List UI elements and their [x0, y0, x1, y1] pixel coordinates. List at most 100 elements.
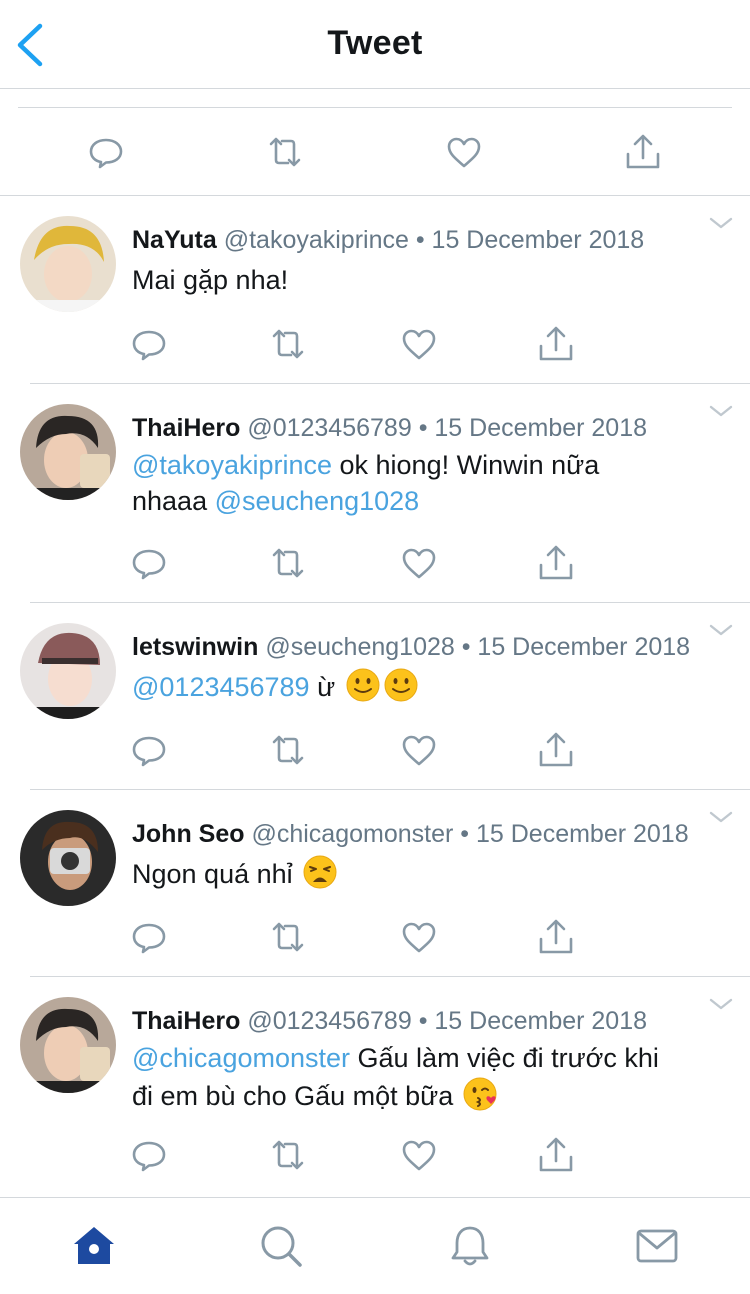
messages-icon [636, 1229, 678, 1263]
share-icon [539, 732, 573, 767]
chevron-down-icon[interactable] [708, 404, 734, 418]
share-button[interactable] [536, 730, 576, 770]
chevron-down-icon[interactable] [708, 997, 734, 1011]
like-button[interactable] [399, 543, 439, 583]
retweet-icon [272, 735, 304, 765]
author-handle[interactable]: @0123456789 [247, 1007, 411, 1035]
like-icon [402, 329, 436, 360]
reply-tweet[interactable]: John Seo @chicagomonster • 15 December 2… [0, 790, 750, 977]
avatar[interactable] [20, 810, 116, 906]
mention-link[interactable]: @takoyakiprince [132, 450, 332, 480]
chevron-down-icon[interactable] [708, 623, 734, 637]
chevron-down-icon[interactable] [708, 810, 734, 824]
reply-button[interactable] [129, 324, 169, 364]
tweet-text: @chicagomonster Gấu làm việc đi trước kh… [132, 1040, 682, 1114]
like-icon [402, 548, 436, 579]
tweet-text: @0123456789 ừ [132, 667, 692, 705]
retweet-button[interactable] [268, 917, 308, 957]
author-name[interactable]: ThaiHero [132, 414, 240, 442]
reply-button[interactable] [129, 543, 169, 583]
chevron-down-icon [709, 624, 733, 636]
retweet-icon [272, 1140, 304, 1170]
author-handle[interactable]: @seucheng1028 [265, 633, 454, 661]
slightly-smiling-face-icon [384, 668, 418, 702]
avatar[interactable] [20, 623, 116, 719]
tweet-date: • 15 December 2018 [460, 820, 689, 848]
like-button[interactable] [399, 730, 439, 770]
share-button[interactable] [623, 132, 663, 172]
share-button[interactable] [536, 917, 576, 957]
tab-messages[interactable] [633, 1222, 681, 1270]
reply-tweet[interactable]: NaYuta @takoyakiprince • 15 December 201… [0, 196, 750, 384]
mention-link[interactable]: @chicagomonster [132, 1043, 350, 1073]
chevron-down-icon [709, 217, 733, 229]
slightly-smiling-face-icon [346, 668, 380, 702]
author-name[interactable]: ThaiHero [132, 1007, 240, 1035]
like-button[interactable] [399, 324, 439, 364]
tweet-date: • 15 December 2018 [418, 414, 648, 442]
face-blowing-kiss-icon [463, 1077, 497, 1111]
reply-icon [132, 330, 166, 361]
share-icon [539, 545, 573, 580]
retweet-icon [269, 137, 301, 167]
reply-icon [132, 1141, 166, 1172]
tweet-date: • 15 December 2018 [461, 633, 691, 661]
retweet-icon [272, 922, 304, 952]
author-handle[interactable]: @chicagomonster [251, 820, 453, 848]
avatar[interactable] [20, 997, 116, 1093]
page-title: Tweet [327, 24, 423, 62]
reply-tweet[interactable]: letswinwin @seucheng1028 • 15 December 2… [0, 603, 750, 790]
mention-link[interactable]: @0123456789 [132, 672, 310, 702]
reply-icon [132, 923, 166, 954]
tab-home[interactable] [70, 1222, 118, 1270]
reply-button[interactable] [129, 730, 169, 770]
retweet-button[interactable] [268, 324, 308, 364]
tweet-text-segment: ừ [309, 672, 343, 702]
reply-icon [132, 736, 166, 767]
top-bar: Tweet [0, 0, 750, 89]
share-button[interactable] [536, 543, 576, 583]
share-button[interactable] [536, 324, 576, 364]
retweet-button[interactable] [268, 730, 308, 770]
like-button[interactable] [399, 917, 439, 957]
author-name[interactable]: John Seo [132, 820, 245, 848]
chevron-down-icon [709, 998, 733, 1010]
share-icon [539, 919, 573, 954]
tweet-text-segment: Ngon quá nhỉ [132, 859, 301, 889]
avatar[interactable] [20, 216, 116, 312]
tab-search[interactable] [257, 1222, 305, 1270]
tweet-text: Ngon quá nhỉ [132, 854, 692, 892]
reply-button[interactable] [129, 917, 169, 957]
tweet-date: • 15 December 2018 [415, 226, 645, 254]
avatar[interactable] [20, 404, 116, 500]
like-icon [402, 922, 436, 953]
home-icon [74, 1227, 114, 1264]
notifications-icon [451, 1226, 489, 1266]
reply-tweet[interactable]: ThaiHero @0123456789 • 15 December 2018 … [0, 977, 750, 1197]
author-name[interactable]: NaYuta [132, 226, 217, 254]
reply-button[interactable] [129, 1135, 169, 1175]
retweet-icon [272, 548, 304, 578]
share-icon [626, 134, 660, 169]
mention-link[interactable]: @seucheng1028 [215, 486, 420, 516]
weary-face-icon [303, 855, 337, 889]
tab-notifications[interactable] [446, 1222, 494, 1270]
like-button[interactable] [399, 1135, 439, 1175]
retweet-button[interactable] [268, 543, 308, 583]
tweet-text: @takoyakiprince ok hiong! Winwin nữa nha… [132, 447, 672, 519]
reply-button[interactable] [86, 132, 126, 172]
share-button[interactable] [536, 1135, 576, 1175]
author-handle[interactable]: @0123456789 [247, 414, 411, 442]
chevron-down-icon[interactable] [708, 216, 734, 230]
bottom-tab-bar [0, 1197, 750, 1294]
main-tweet-action-bar [0, 89, 750, 196]
chevron-down-icon [709, 405, 733, 417]
reply-tweet[interactable]: ThaiHero @0123456789 • 15 December 2018 … [0, 384, 750, 603]
retweet-button[interactable] [265, 132, 305, 172]
like-button[interactable] [444, 132, 484, 172]
author-handle[interactable]: @takoyakiprince [224, 226, 409, 254]
author-name[interactable]: letswinwin [132, 633, 258, 661]
retweet-button[interactable] [268, 1135, 308, 1175]
like-icon [402, 1140, 436, 1171]
tweet-text-segment: Mai gặp nha! [132, 265, 289, 295]
